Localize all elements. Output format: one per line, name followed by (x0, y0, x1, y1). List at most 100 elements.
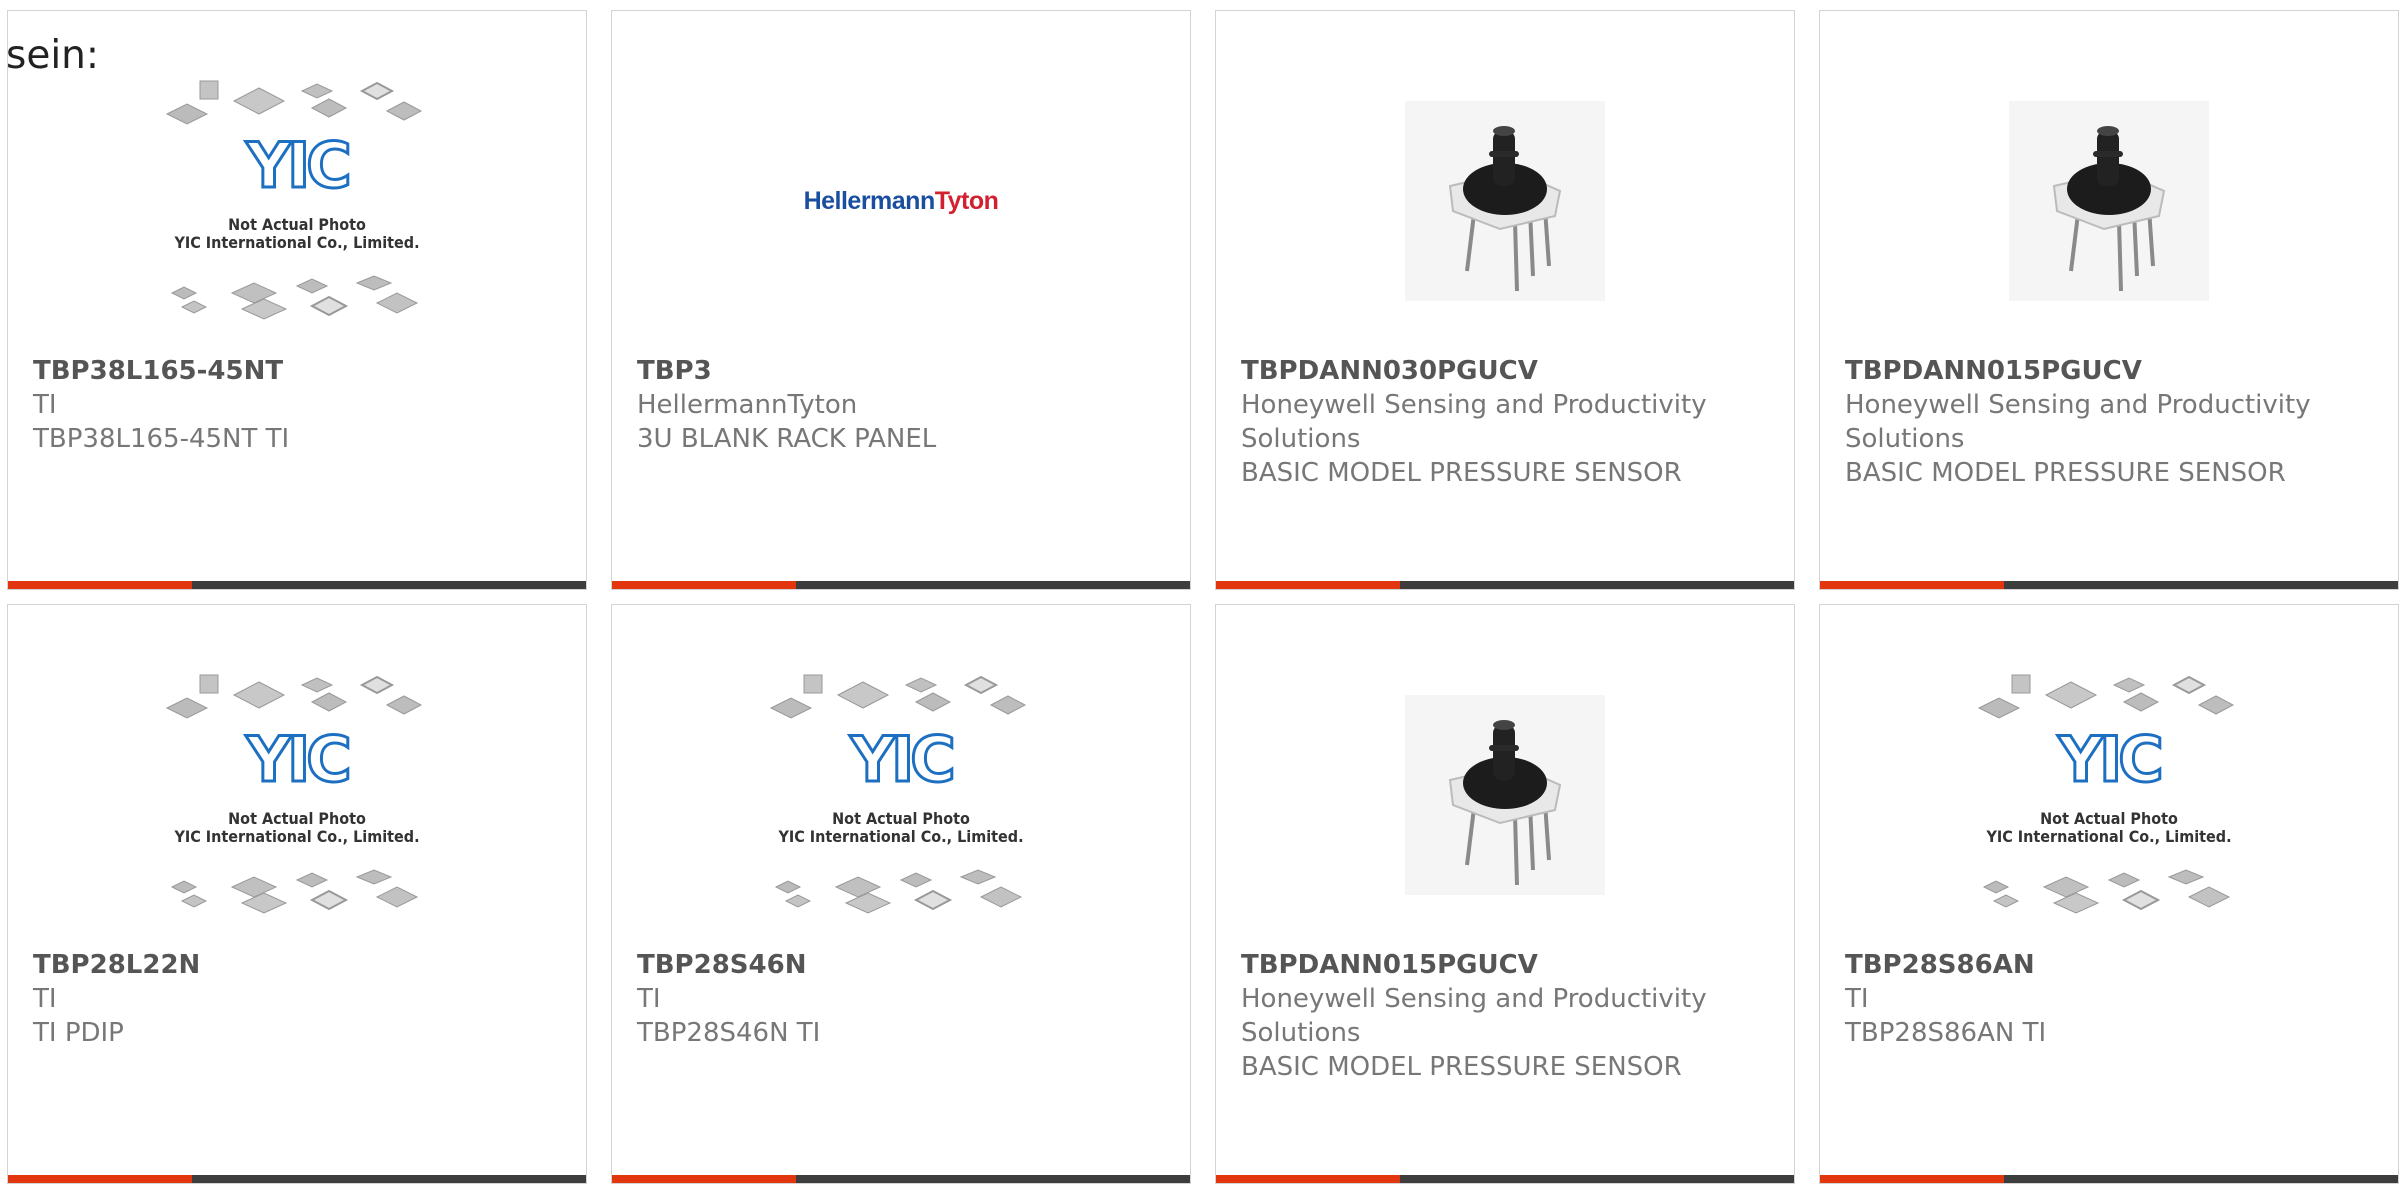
product-part-number[interactable]: TBP28L22N (33, 948, 566, 982)
intro-text: sein: (6, 33, 100, 78)
card-bottom-bar (612, 581, 1190, 589)
product-card[interactable]: YIC Not Actual Photo YIC International C… (1819, 604, 2399, 1184)
placeholder-note-line1: Not Actual Photo (228, 809, 366, 828)
product-card[interactable]: TBPDANN015PGUCV Honeywell Sensing and Pr… (1215, 604, 1795, 1184)
product-info: TBPDANN030PGUCV Honeywell Sensing and Pr… (1241, 354, 1774, 490)
yic-logo: YIC (245, 129, 353, 202)
product-card[interactable]: YIC Not Actual Photo YIC International C… (611, 604, 1191, 1184)
product-manufacturer: TI (33, 390, 57, 420)
product-description: BASIC MODEL PRESSURE SENSOR (1241, 458, 1682, 488)
product-description: TBP28S46N TI (637, 1018, 821, 1048)
product-manufacturer: Honeywell Sensing and Productivity Solut… (1241, 984, 1707, 1048)
product-info: TBP3 HellermannTyton 3U BLANK RACK PANEL (637, 354, 1170, 456)
chip-illustration (170, 275, 419, 320)
product-info: TBPDANN015PGUCV Honeywell Sensing and Pr… (1241, 948, 1774, 1084)
placeholder-note: Not Actual Photo YIC International Co., … (162, 216, 432, 252)
yic-logo: YIC (849, 723, 957, 796)
card-bar-accent (1820, 1175, 2004, 1183)
product-description: BASIC MODEL PRESSURE SENSOR (1845, 458, 2286, 488)
product-image-placeholder[interactable]: YIC Not Actual Photo YIC International C… (8, 645, 586, 945)
placeholder-note-line2: YIC International Co., Limited. (174, 827, 420, 846)
product-manufacturer: HellermannTyton (637, 390, 858, 420)
product-info: TBP28S46N TI TBP28S46N TI (637, 948, 1170, 1050)
card-bar-accent (612, 581, 796, 589)
product-image-placeholder[interactable]: YIC Not Actual Photo YIC International C… (8, 51, 586, 351)
product-part-number[interactable]: TBPDANN015PGUCV (1241, 948, 1774, 982)
product-manufacturer: Honeywell Sensing and Productivity Solut… (1241, 390, 1707, 454)
product-image-brand-logo[interactable]: HellermannTyton (612, 51, 1190, 351)
card-bar-accent (612, 1175, 796, 1183)
yic-placeholder-image: YIC Not Actual Photo YIC International C… (766, 670, 1036, 920)
placeholder-note-line1: Not Actual Photo (2040, 809, 2178, 828)
product-part-number[interactable]: TBP28S86AN (1845, 948, 2378, 982)
yic-placeholder-image: YIC Not Actual Photo YIC International C… (1974, 670, 2244, 920)
product-image-pressure-sensor[interactable] (1820, 51, 2398, 351)
card-bottom-bar (612, 1175, 1190, 1183)
yic-logo: YIC (2057, 723, 2165, 796)
card-bottom-bar (8, 1175, 586, 1183)
product-image-placeholder[interactable]: YIC Not Actual Photo YIC International C… (612, 645, 1190, 945)
placeholder-note-line1: Not Actual Photo (228, 215, 366, 234)
pressure-sensor-image (1405, 695, 1605, 895)
product-image-pressure-sensor[interactable] (1216, 51, 1794, 351)
product-manufacturer: TI (1845, 984, 1869, 1014)
placeholder-note-line2: YIC International Co., Limited. (1986, 827, 2232, 846)
card-bottom-bar (8, 581, 586, 589)
product-info: TBP28S86AN TI TBP28S86AN TI (1845, 948, 2378, 1050)
placeholder-note-line2: YIC International Co., Limited. (778, 827, 1024, 846)
product-image-pressure-sensor[interactable] (1216, 645, 1794, 945)
product-description: BASIC MODEL PRESSURE SENSOR (1241, 1052, 1682, 1082)
brand-logo-part2: Tyton (934, 186, 999, 215)
product-manufacturer: TI (33, 984, 57, 1014)
card-bar-accent (1820, 581, 2004, 589)
product-image-placeholder[interactable]: YIC Not Actual Photo YIC International C… (1820, 645, 2398, 945)
product-info: TBPDANN015PGUCV Honeywell Sensing and Pr… (1845, 354, 2378, 490)
placeholder-note-line1: Not Actual Photo (832, 809, 970, 828)
card-bar-accent (8, 1175, 192, 1183)
chip-illustration (165, 674, 423, 719)
product-card[interactable]: HellermannTyton TBP3 HellermannTyton 3U … (611, 10, 1191, 590)
product-info: TBP28L22N TI TI PDIP (33, 948, 566, 1050)
pressure-sensor-image (1405, 101, 1605, 301)
chip-illustration (774, 869, 1023, 914)
card-bar-accent (1216, 1175, 1400, 1183)
product-part-number[interactable]: TBP38L165-45NT (33, 354, 566, 388)
card-bottom-bar (1216, 1175, 1794, 1183)
product-card[interactable]: YIC Not Actual Photo YIC International C… (7, 604, 587, 1184)
product-part-number[interactable]: TBPDANN015PGUCV (1845, 354, 2378, 388)
yic-placeholder-image: YIC Not Actual Photo YIC International C… (162, 76, 432, 326)
product-description: TI PDIP (33, 1018, 124, 1048)
product-part-number[interactable]: TBPDANN030PGUCV (1241, 354, 1774, 388)
card-bottom-bar (1820, 581, 2398, 589)
product-manufacturer: TI (637, 984, 661, 1014)
placeholder-note: Not Actual Photo YIC International Co., … (162, 810, 432, 846)
card-bottom-bar (1216, 581, 1794, 589)
placeholder-note: Not Actual Photo YIC International Co., … (766, 810, 1036, 846)
chip-illustration (170, 869, 419, 914)
placeholder-note: Not Actual Photo YIC International Co., … (1974, 810, 2244, 846)
yic-logo: YIC (245, 723, 353, 796)
product-info: TBP38L165-45NT TI TBP38L165-45NT TI (33, 354, 566, 456)
product-card[interactable]: TBPDANN015PGUCV Honeywell Sensing and Pr… (1819, 10, 2399, 590)
chip-illustration (1977, 674, 2235, 719)
hellermanntyton-logo: HellermannTyton (804, 187, 999, 216)
product-card[interactable]: TBPDANN030PGUCV Honeywell Sensing and Pr… (1215, 10, 1795, 590)
pressure-sensor-image (2009, 101, 2209, 301)
product-description: 3U BLANK RACK PANEL (637, 424, 937, 454)
card-bottom-bar (1820, 1175, 2398, 1183)
product-description: TBP38L165-45NT TI (33, 424, 290, 454)
product-part-number[interactable]: TBP28S46N (637, 948, 1170, 982)
chip-illustration (1982, 869, 2231, 914)
product-card[interactable]: YIC Not Actual Photo YIC International C… (7, 10, 587, 590)
chip-illustration (165, 80, 423, 125)
yic-placeholder-image: YIC Not Actual Photo YIC International C… (162, 670, 432, 920)
product-manufacturer: Honeywell Sensing and Productivity Solut… (1845, 390, 2311, 454)
chip-illustration (769, 674, 1027, 719)
card-bar-accent (1216, 581, 1400, 589)
placeholder-note-line2: YIC International Co., Limited. (174, 233, 420, 252)
card-bar-accent (8, 581, 192, 589)
product-grid: YIC Not Actual Photo YIC International C… (7, 10, 2400, 1184)
product-part-number[interactable]: TBP3 (637, 354, 1170, 388)
product-description: TBP28S86AN TI (1845, 1018, 2047, 1048)
brand-logo-part1: Hellermann (803, 186, 936, 215)
